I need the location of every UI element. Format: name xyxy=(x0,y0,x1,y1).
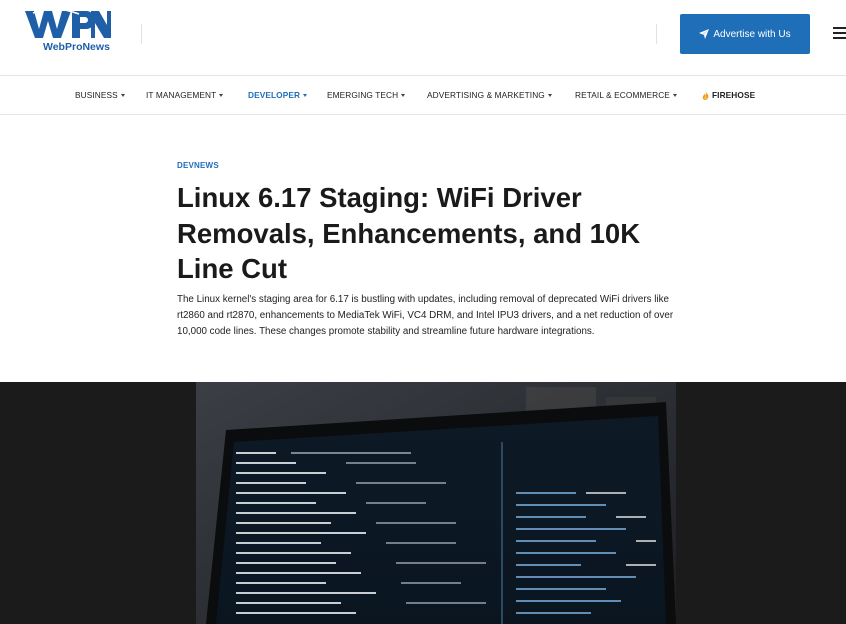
article-category[interactable]: DEVNEWS xyxy=(177,161,219,170)
nav-item-developer[interactable]: DEVELOPER xyxy=(248,76,308,114)
site-header: WebProNews Advertise with Us xyxy=(0,0,846,76)
advertise-label: Advertise with Us xyxy=(713,28,791,40)
main-navigation: BUSINESS IT MANAGEMENT DEVELOPER EMERGIN… xyxy=(0,76,846,115)
nav-item-business[interactable]: BUSINESS xyxy=(75,76,125,114)
caret-down-icon xyxy=(547,93,552,97)
paper-plane-icon xyxy=(699,29,710,39)
caret-down-icon xyxy=(401,93,406,97)
logo-wordmark: WebProNews xyxy=(43,41,110,53)
article-excerpt: The Linux kernel's staging area for 6.17… xyxy=(177,294,674,337)
wpn-logo-mark xyxy=(25,9,111,38)
caret-down-icon xyxy=(120,93,125,97)
menu-icon[interactable] xyxy=(833,27,846,41)
caret-down-icon xyxy=(672,93,677,97)
hero-image xyxy=(196,382,676,624)
header-divider xyxy=(141,24,142,44)
advertise-button[interactable]: Advertise with Us xyxy=(680,14,810,54)
nav-item-it-management[interactable]: IT MANAGEMENT xyxy=(146,76,224,114)
nav-item-retail-ecommerce[interactable]: RETAIL & ECOMMERCE xyxy=(575,76,677,114)
nav-item-advertising-marketing[interactable]: ADVERTISING & MARKETING xyxy=(427,76,552,114)
site-logo[interactable]: WebProNews xyxy=(25,9,115,53)
flame-icon xyxy=(702,90,709,100)
header-divider xyxy=(656,24,657,44)
article-headline: Linux 6.17 Staging: WiFi Driver Removals… xyxy=(177,182,641,284)
laptop-code-image xyxy=(196,382,676,624)
caret-down-icon xyxy=(219,93,224,97)
nav-item-firehose[interactable]: FIREHOSE xyxy=(701,76,755,114)
nav-item-emerging-tech[interactable]: EMERGING TECH xyxy=(327,76,406,114)
caret-down-icon xyxy=(303,93,308,97)
